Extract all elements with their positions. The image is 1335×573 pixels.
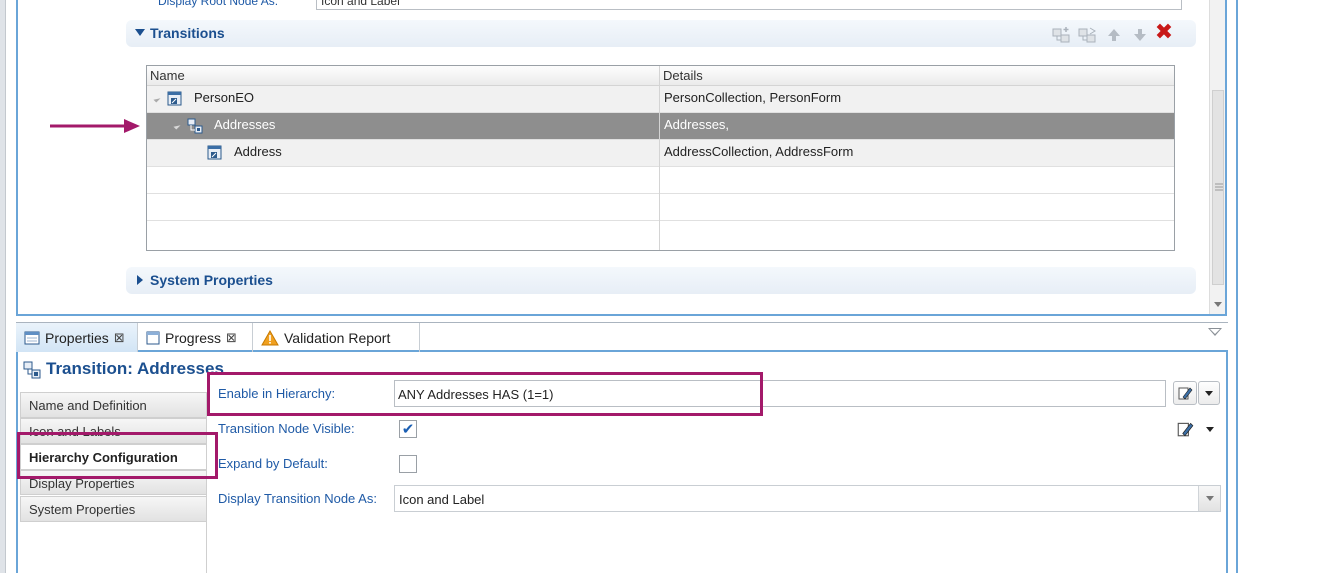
expand-icon[interactable] <box>137 275 143 285</box>
chevron-down-icon <box>1205 496 1214 501</box>
column-header-details[interactable]: Details <box>660 66 1174 86</box>
grip-icon <box>1215 183 1223 191</box>
row-details: Addresses, <box>664 117 730 132</box>
row-name: PersonEO <box>194 90 254 105</box>
properties-title: Transition: Addresses <box>46 359 224 378</box>
tab-validation-report[interactable]: Validation Report <box>253 323 420 353</box>
transition-icon <box>23 361 41 379</box>
expression-editor-button[interactable] <box>1173 381 1197 405</box>
side-tab-system-properties[interactable]: System Properties <box>20 496 206 522</box>
delete-icon[interactable]: ✖ <box>1154 19 1174 44</box>
left-edge-strip <box>0 0 6 573</box>
table-row[interactable]: PersonEO PersonCollection, PersonForm <box>147 86 1174 113</box>
chevron-down-icon[interactable] <box>1206 427 1214 432</box>
add-child-transition-icon[interactable] <box>1078 26 1098 44</box>
expand-by-default-checkbox[interactable] <box>399 455 417 473</box>
transitions-table: Name Details PersonEO PersonCollection, … <box>146 65 1175 251</box>
transitions-editor-pane: Display Root Node As: Icon and Label Tra… <box>16 0 1227 316</box>
table-row-selected[interactable]: Addresses Addresses, <box>147 113 1174 140</box>
close-icon[interactable]: ⊠ <box>114 330 125 346</box>
combo-dropdown-button[interactable] <box>1198 486 1220 511</box>
table-row-empty <box>147 194 1174 221</box>
annotation-arrow-icon <box>50 119 140 133</box>
move-down-icon[interactable] <box>1130 26 1150 44</box>
view-tab-strip: Properties ⊠ Progress ⊠ Validation Repor… <box>16 322 1228 353</box>
tab-progress[interactable]: Progress ⊠ <box>138 323 253 353</box>
transitions-section-title: Transitions <box>150 25 225 41</box>
side-tab-divider <box>206 392 207 573</box>
display-root-node-combo[interactable]: Icon and Label <box>316 0 1182 10</box>
transition-icon <box>187 118 203 134</box>
display-root-node-row: Display Root Node As: Icon and Label <box>138 0 1198 10</box>
edit-expression-icon <box>1178 387 1193 400</box>
move-up-icon[interactable] <box>1104 26 1124 44</box>
scroll-down-icon[interactable] <box>1210 296 1226 312</box>
column-divider <box>659 66 660 250</box>
entity-icon <box>207 145 222 160</box>
row-name: Addresses <box>214 117 276 132</box>
system-properties-section-title: System Properties <box>150 272 273 288</box>
row-details: AddressCollection, AddressForm <box>664 144 854 159</box>
warning-icon <box>261 330 279 346</box>
scrollbar-thumb[interactable] <box>1212 90 1224 285</box>
display-root-node-value: Icon and Label <box>321 0 400 8</box>
edit-expression-icon[interactable] <box>1176 420 1194 438</box>
right-edge-strip <box>1236 0 1238 573</box>
checkmark-icon: ✔ <box>401 421 415 438</box>
side-tab-hierarchy-configuration[interactable]: Hierarchy Configuration <box>20 444 206 470</box>
expanded-icon[interactable] <box>153 95 161 103</box>
transition-node-visible-label: Transition Node Visible: <box>218 421 355 436</box>
tab-label: Properties <box>45 330 109 346</box>
transitions-section-header[interactable]: Transitions ✖ <box>126 19 1196 47</box>
chevron-down-icon <box>1205 390 1213 396</box>
tab-properties[interactable]: Properties ⊠ <box>16 323 138 353</box>
row-name: Address <box>234 144 282 159</box>
column-header-name[interactable]: Name <box>147 66 659 86</box>
table-row-empty <box>147 221 1174 248</box>
side-tab-name-and-definition[interactable]: Name and Definition <box>20 392 206 418</box>
table-row-empty <box>147 167 1174 194</box>
tab-label: Validation Report <box>284 330 391 346</box>
display-transition-node-label: Display Transition Node As: <box>218 491 377 506</box>
expression-menu-button[interactable] <box>1198 381 1220 405</box>
progress-icon <box>146 331 160 345</box>
view-menu-icon[interactable] <box>1208 328 1222 336</box>
entity-icon <box>167 91 182 106</box>
display-transition-node-value: Icon and Label <box>399 492 485 507</box>
vertical-scrollbar[interactable] <box>1209 0 1225 314</box>
row-details: PersonCollection, PersonForm <box>664 90 842 105</box>
expanded-icon[interactable] <box>173 122 181 130</box>
close-icon[interactable]: ⊠ <box>226 330 237 346</box>
transition-node-visible-checkbox[interactable]: ✔ <box>399 420 417 438</box>
tab-label: Progress <box>165 330 222 346</box>
collapse-icon[interactable] <box>135 29 145 36</box>
table-row[interactable]: Address AddressCollection, AddressForm <box>147 140 1174 167</box>
system-properties-section-header[interactable]: System Properties <box>126 267 1196 294</box>
display-root-node-label: Display Root Node As: <box>158 0 279 8</box>
highlight-box-enable-in-hierarchy <box>207 372 763 416</box>
display-transition-node-combo[interactable]: Icon and Label <box>394 485 1221 512</box>
expand-by-default-label: Expand by Default: <box>218 456 328 471</box>
add-transition-icon[interactable] <box>1052 26 1072 44</box>
properties-icon <box>24 331 40 345</box>
